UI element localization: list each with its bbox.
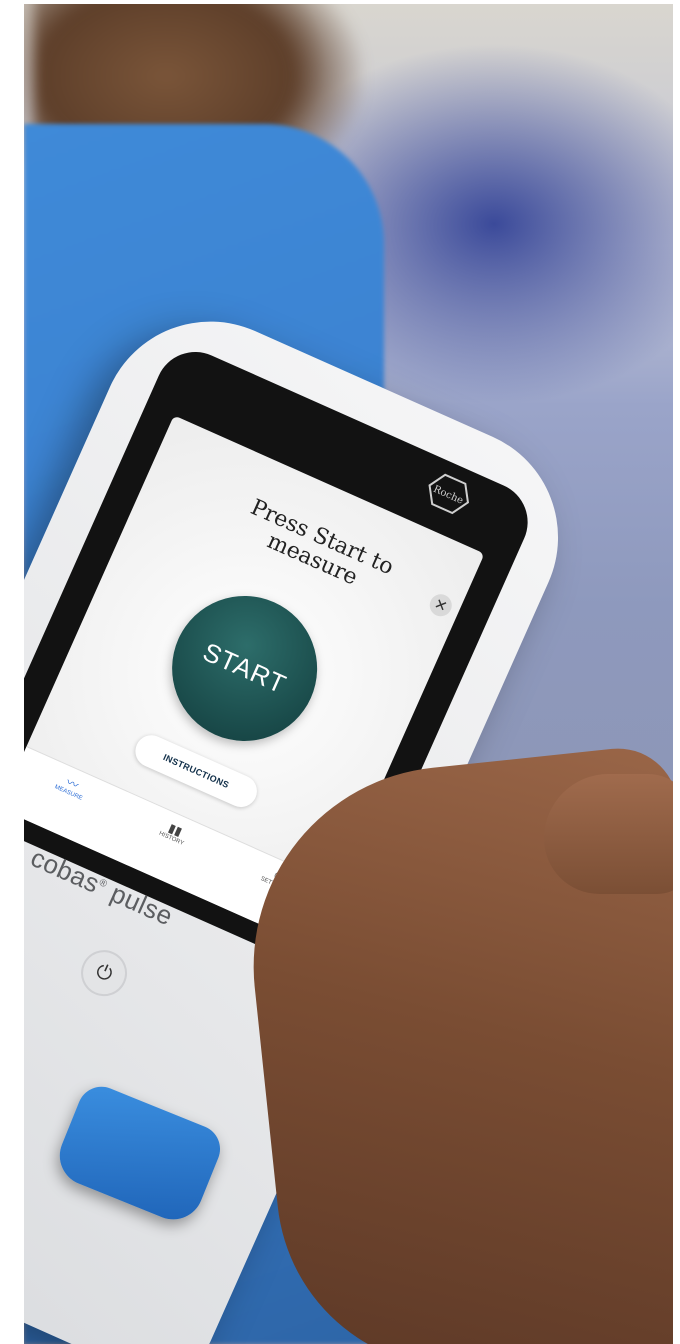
instructions-button[interactable]: INSTRUCTIONS (130, 730, 263, 813)
close-icon: ✕ (431, 595, 450, 617)
roche-hexagon-icon: Roche (428, 473, 470, 515)
power-icon: ⏻ (92, 959, 116, 986)
nav-item-measure[interactable]: 〰 MEASURE (54, 771, 89, 802)
thumb (544, 774, 673, 894)
power-button[interactable]: ⏻ (73, 942, 135, 1004)
nav-item-history[interactable]: ▮▮ HISTORY (158, 818, 190, 847)
roche-logo-text: Roche (432, 484, 465, 507)
roche-logo: Roche (420, 466, 478, 521)
close-button[interactable]: ✕ (426, 590, 456, 620)
photo: Roche Press Start to measure ✕ START INS… (24, 4, 673, 1344)
start-button[interactable]: START (148, 572, 341, 765)
